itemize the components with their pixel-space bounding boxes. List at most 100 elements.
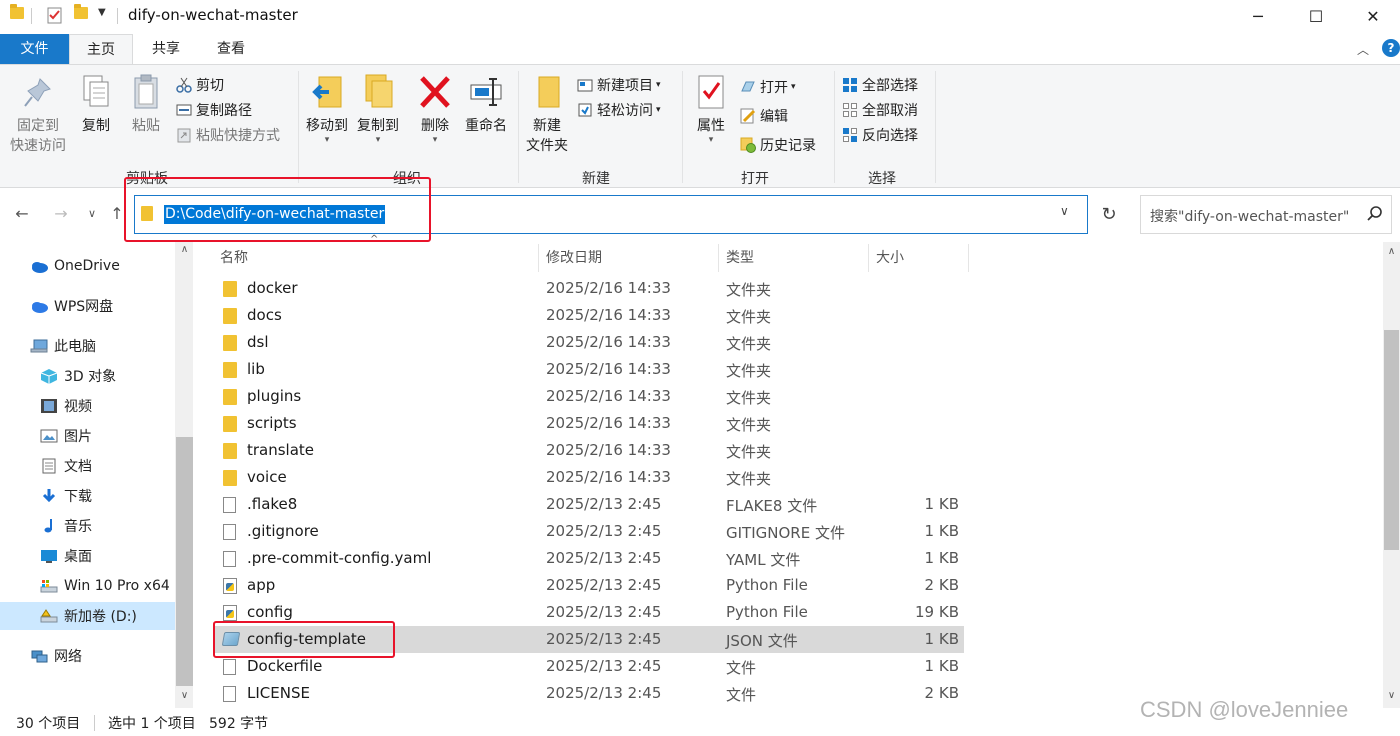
column-header-size[interactable]: 大小 xyxy=(870,244,968,272)
address-dropdown-icon[interactable]: ∨ xyxy=(1060,204,1069,218)
search-icon[interactable] xyxy=(1366,205,1384,223)
scroll-up-icon[interactable]: ∧ xyxy=(176,244,193,255)
new-folder-label-2: 文件夹 xyxy=(526,138,568,154)
nav-item-videos[interactable]: 视频 xyxy=(0,392,176,420)
scroll-down-icon[interactable]: ∨ xyxy=(176,690,193,701)
paste-shortcut-button[interactable]: 粘贴快捷方式 xyxy=(176,123,280,147)
file-date: 2025/2/16 14:33 xyxy=(546,387,671,405)
highlight-box-config-template xyxy=(213,621,395,658)
table-row[interactable]: lib 2025/2/16 14:33 文件夹 xyxy=(213,356,964,383)
table-row[interactable]: docs 2025/2/16 14:33 文件夹 xyxy=(213,302,964,329)
paste-icon xyxy=(128,73,164,111)
folder-icon xyxy=(223,362,239,378)
column-divider[interactable] xyxy=(538,244,539,272)
nav-item-documents[interactable]: 文档 xyxy=(0,452,176,480)
file-type: 文件夹 xyxy=(726,308,772,326)
file-date: 2025/2/13 2:45 xyxy=(546,576,662,594)
folder-icon xyxy=(223,308,239,324)
minimize-button[interactable]: ─ xyxy=(1235,0,1281,32)
copy-path-button[interactable]: 复制路径 xyxy=(176,98,252,122)
table-row[interactable]: plugins 2025/2/16 14:33 文件夹 xyxy=(213,383,964,410)
group-label-new: 新建 xyxy=(582,171,610,187)
move-to-button[interactable]: 移动到 ▾ xyxy=(304,73,350,145)
forward-arrow-icon[interactable]: → xyxy=(49,202,73,226)
collapse-ribbon-icon[interactable]: ︿ xyxy=(1357,41,1369,58)
column-divider[interactable] xyxy=(868,244,869,272)
nav-item-onedrive[interactable]: OneDrive xyxy=(0,252,176,280)
nav-item-label: WPS网盘 xyxy=(54,299,114,315)
column-divider[interactable] xyxy=(718,244,719,272)
nav-item-label: 图片 xyxy=(64,429,92,445)
table-row[interactable]: scripts 2025/2/16 14:33 文件夹 xyxy=(213,410,964,437)
nav-item-pictures[interactable]: 图片 xyxy=(0,422,176,450)
table-row[interactable]: .gitignore 2025/2/13 2:45 GITIGNORE 文件 1 KB xyxy=(213,518,964,545)
file-size: 2 KB xyxy=(924,684,959,702)
scroll-up-icon[interactable]: ∧ xyxy=(1383,246,1400,257)
new-folder-quick-button[interactable] xyxy=(74,4,88,19)
back-arrow-icon[interactable]: ← xyxy=(10,202,34,226)
table-row[interactable]: dsl 2025/2/16 14:33 文件夹 xyxy=(213,329,964,356)
nav-item-music[interactable]: 音乐 xyxy=(0,512,176,540)
help-icon[interactable]: ? xyxy=(1382,39,1400,57)
tab-file[interactable]: 文件 xyxy=(0,34,69,64)
move-to-label: 移动到 xyxy=(306,118,348,134)
new-item-button[interactable]: 新建项目 ▾ xyxy=(577,73,661,97)
folder-icon xyxy=(74,4,88,19)
file-type: FLAKE8 文件 xyxy=(726,497,818,515)
column-header-date[interactable]: 修改日期 xyxy=(540,244,718,272)
file-list-scrollbar-thumb[interactable] xyxy=(1384,330,1399,550)
table-row[interactable]: .pre-commit-config.yaml 2025/2/13 2:45 YAM… xyxy=(213,545,964,572)
close-button[interactable]: ✕ xyxy=(1350,0,1396,32)
table-row[interactable]: translate 2025/2/16 14:33 文件夹 xyxy=(213,437,964,464)
easy-access-button[interactable]: 轻松访问 ▾ xyxy=(577,98,661,122)
scroll-down-icon[interactable]: ∨ xyxy=(1383,690,1400,701)
delete-button[interactable]: 删除 ▾ xyxy=(414,73,456,145)
table-row[interactable]: voice 2025/2/16 14:33 文件夹 xyxy=(213,464,964,491)
copy-button[interactable]: 复制 xyxy=(74,73,118,135)
cut-button[interactable]: 剪切 xyxy=(176,73,224,97)
paste-button[interactable]: 粘贴 xyxy=(124,73,168,135)
properties-quick-button[interactable] xyxy=(47,6,63,24)
nav-item-downloads[interactable]: 下载 xyxy=(0,482,176,510)
history-button[interactable]: 历史记录 xyxy=(740,133,816,157)
invert-selection-button[interactable]: 反向选择 xyxy=(842,123,918,147)
column-divider[interactable] xyxy=(968,244,969,272)
file-type: JSON 文件 xyxy=(726,632,798,650)
file-name: LICENSE xyxy=(247,684,310,702)
tab-view[interactable]: 查看 xyxy=(200,34,262,64)
nav-item-network[interactable]: 网络 xyxy=(0,642,176,670)
table-row[interactable]: .flake8 2025/2/13 2:45 FLAKE8 文件 1 KB xyxy=(213,491,964,518)
pin-quick-access-button[interactable]: 固定到 快速访问 xyxy=(6,73,70,155)
maximize-button[interactable]: ☐ xyxy=(1293,0,1339,32)
nav-item-d-drive[interactable]: 新加卷 (D:) xyxy=(0,602,176,630)
copy-to-button[interactable]: 复制到 ▾ xyxy=(355,73,401,145)
select-all-button[interactable]: 全部选择 xyxy=(842,73,918,97)
properties-button[interactable]: 属性 ▾ xyxy=(690,73,732,145)
nav-scrollbar-thumb[interactable] xyxy=(176,437,193,686)
new-folder-button[interactable]: 新建 文件夹 xyxy=(522,73,572,155)
recent-locations-dropdown-icon[interactable]: ∨ xyxy=(80,202,104,226)
nav-item-3d-objects[interactable]: 3D 对象 xyxy=(0,362,176,390)
rename-button[interactable]: 重命名 xyxy=(462,73,510,135)
column-header-name[interactable]: 名称 xyxy=(214,244,538,272)
nav-item-desktop[interactable]: 桌面 xyxy=(0,542,176,570)
table-row[interactable]: app 2025/2/13 2:45 Python File 2 KB xyxy=(213,572,964,599)
table-row[interactable]: docker 2025/2/16 14:33 文件夹 xyxy=(213,275,964,302)
easy-access-icon xyxy=(577,102,593,118)
tab-home[interactable]: 主页 xyxy=(69,34,133,64)
nav-item-c-drive[interactable]: Win 10 Pro x64 xyxy=(0,572,176,600)
tab-share[interactable]: 共享 xyxy=(138,34,194,64)
select-none-button[interactable]: 全部取消 xyxy=(842,98,918,122)
file-name: .pre-commit-config.yaml xyxy=(247,549,432,567)
nav-item-wps-drive[interactable]: WPS网盘 xyxy=(0,292,176,320)
folder-icon xyxy=(223,416,239,432)
refresh-icon[interactable]: ↻ xyxy=(1095,196,1123,233)
column-header-type[interactable]: 类型 xyxy=(720,244,868,272)
customize-dropdown-icon[interactable]: ▼ xyxy=(98,7,106,18)
nav-item-this-pc[interactable]: 此电脑 xyxy=(0,332,176,360)
file-type: 文件 xyxy=(726,686,757,704)
edit-button[interactable]: 编辑 xyxy=(740,104,788,128)
file-date: 2025/2/13 2:45 xyxy=(546,549,662,567)
table-row[interactable]: LICENSE 2025/2/13 2:45 文件 2 KB xyxy=(213,680,964,707)
open-button[interactable]: 打开 ▾ xyxy=(740,75,796,99)
